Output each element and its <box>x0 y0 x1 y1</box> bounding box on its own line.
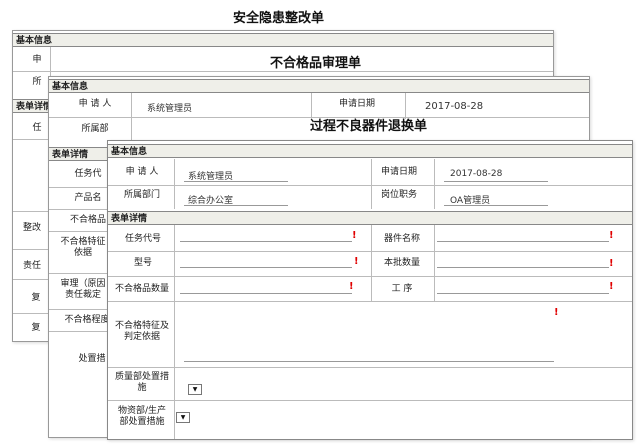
field-label-department: 所属部门 <box>123 190 160 200</box>
field-label-applicant-fragment: 申 <box>32 55 42 65</box>
page-title-nonconforming-review: 不合格品审理单 <box>270 56 362 71</box>
field-label-process: 工 序 <box>391 284 413 294</box>
grid-line <box>108 301 632 302</box>
section-basic-info: 基本信息 <box>108 144 632 158</box>
field-value-apply-date: 2017-08-28 <box>450 169 503 179</box>
feature-basis-textarea[interactable] <box>184 361 554 362</box>
required-icon: ! <box>354 256 359 267</box>
page-title-defective-device-return: 过程不良器件退换单 <box>310 119 428 134</box>
grid-line <box>434 159 435 209</box>
field-label-apply-date: 申请日期 <box>380 167 417 177</box>
field-label-review-cause: 审理（原因 责任裁定 <box>60 279 106 300</box>
grid-line <box>108 251 632 252</box>
material-disposal-dropdown[interactable]: ▼ <box>176 412 190 423</box>
process-input[interactable] <box>437 293 609 294</box>
field-label-product-name: 产品名 <box>74 193 102 203</box>
applicant-underline <box>184 181 288 182</box>
required-icon: ! <box>349 281 354 292</box>
field-value-apply-date: 2017-08-28 <box>425 101 484 112</box>
required-icon: ! <box>609 258 614 269</box>
field-label-applicant: 申 请 人 <box>78 99 112 109</box>
field-label-nonconform-qty: 不合格品数量 <box>114 284 169 294</box>
grid-line <box>108 276 632 277</box>
section-basic-info: 基本信息 <box>13 33 553 47</box>
field-label-rectify-fragment: 整改 <box>22 223 41 233</box>
field-value-applicant: 系统管理员 <box>147 104 193 114</box>
model-input[interactable] <box>180 267 352 268</box>
field-label-apply-date: 申请日期 <box>338 99 375 109</box>
field-label-review-fragment-a: 复 <box>31 293 41 303</box>
field-label-responsible-fragment: 责任 <box>22 261 41 271</box>
grid-line <box>13 71 553 72</box>
batch-qty-input[interactable] <box>437 267 609 268</box>
field-label-batch-qty: 本批数量 <box>383 258 420 268</box>
field-label-position: 岗位职务 <box>380 190 417 200</box>
field-label-task-code: 任务代号 <box>124 234 161 244</box>
field-label-task-fragment: 任 <box>32 123 42 133</box>
grid-line <box>108 185 632 186</box>
field-label-task-code: 任务代 <box>74 169 102 179</box>
section-form-detail: 表单详情 <box>108 211 632 225</box>
field-label-feature-basis: 不合格特征及 判定依据 <box>114 321 169 342</box>
department-underline <box>184 205 288 206</box>
field-label-device-name: 器件名称 <box>383 234 420 244</box>
grid-line <box>371 159 372 209</box>
field-label-material-disposal: 物资部/生产 部处置措施 <box>117 406 167 427</box>
field-label-model: 型号 <box>133 258 152 268</box>
grid-line <box>174 225 175 439</box>
field-label-review-fragment-b: 复 <box>31 323 41 333</box>
grid-line <box>131 93 132 143</box>
field-label-applicant: 申 请 人 <box>125 167 159 177</box>
required-icon: ! <box>609 230 614 241</box>
quality-disposal-dropdown[interactable]: ▼ <box>188 384 202 395</box>
required-icon: ! <box>352 230 357 241</box>
field-label-feature-basis: 不合格特征 依据 <box>60 237 106 258</box>
grid-line <box>434 225 435 301</box>
form-page-defective-device-return: 基本信息 申 请 人 系统管理员 申请日期 2017-08-28 所属部门 综合… <box>107 140 633 440</box>
field-label-dept: 所属部 <box>81 124 109 134</box>
grid-line <box>174 159 175 209</box>
required-icon: ! <box>554 307 559 318</box>
section-basic-info: 基本信息 <box>49 79 589 93</box>
apply-date-underline <box>444 181 548 182</box>
page-title-safety-rectification: 安全隐患整改单 <box>233 11 325 26</box>
grid-line <box>108 367 632 368</box>
field-label-dept-fragment: 所 <box>32 77 42 87</box>
grid-line <box>108 400 632 401</box>
task-code-input[interactable] <box>180 241 352 242</box>
position-underline <box>444 205 548 206</box>
device-name-input[interactable] <box>437 241 609 242</box>
required-icon: ! <box>609 281 614 292</box>
nonconform-qty-input[interactable] <box>180 293 352 294</box>
field-label-quality-disposal: 质量部处置措 施 <box>114 372 169 393</box>
